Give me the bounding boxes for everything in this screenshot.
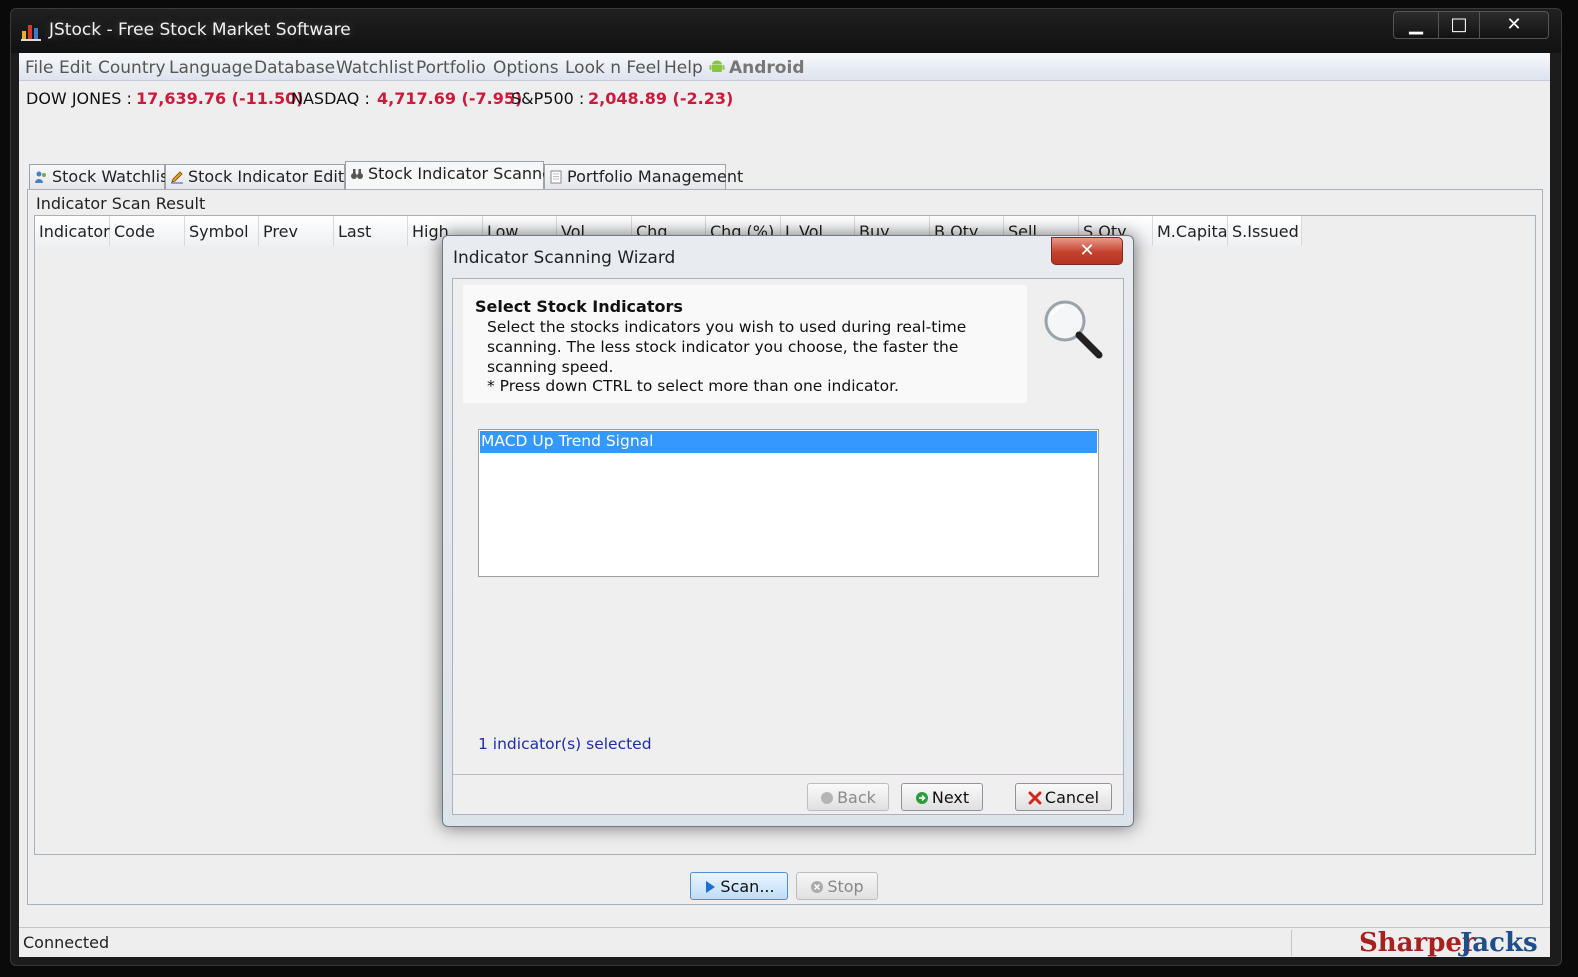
tab-stock-indicator-editor-label: Stock Indicator Editor: [188, 167, 361, 186]
menu-database[interactable]: Database: [254, 58, 335, 78]
menu-android[interactable]: Android: [729, 58, 805, 78]
dialog-separator: [453, 774, 1123, 775]
selected-count: 1 indicator(s) selected: [478, 735, 652, 753]
cancel-button-label: Cancel: [1044, 788, 1100, 807]
column-header[interactable]: Prev: [259, 216, 334, 246]
column-header[interactable]: Last: [334, 216, 408, 246]
menu-portfolio[interactable]: Portfolio: [416, 58, 486, 78]
app-window: JStock - Free Stock Market Software ▁ □ …: [10, 8, 1562, 966]
tab-stock-indicator-editor[interactable]: Stock Indicator Editor: [165, 164, 361, 189]
menu-file[interactable]: File: [25, 58, 53, 78]
scan-result-label: Indicator Scan Result: [36, 194, 206, 213]
tab-portfolio-management-label: Portfolio Management: [567, 167, 744, 186]
watermark-sharper: Sharper: [1359, 928, 1476, 958]
app-chart-icon: [21, 25, 41, 41]
watermark-jacks: Jacks: [1460, 928, 1538, 958]
menu-look-n-feel[interactable]: Look n Feel: [565, 58, 661, 78]
dialog-body: Select Stock Indicators Select the stock…: [452, 278, 1124, 815]
menu-edit[interactable]: Edit: [59, 58, 92, 78]
column-header[interactable]: M.Capital: [1153, 216, 1232, 246]
menu-help[interactable]: Help: [664, 58, 703, 78]
cancel-button[interactable]: Cancel: [1015, 783, 1112, 811]
magnifier-icon: [1044, 300, 1103, 359]
indicator-list[interactable]: MACD Up Trend Signal: [478, 429, 1099, 577]
stop-button-label: Stop: [827, 877, 864, 896]
menu-bar: File Edit Country Language Database Watc…: [19, 53, 1550, 81]
indicator-scanning-wizard: Indicator Scanning Wizard ✕ Select Stock…: [442, 235, 1134, 827]
connection-status: Connected: [23, 933, 110, 952]
sp500-value: 2,048.89 (-2.23): [588, 89, 734, 108]
back-button[interactable]: Back: [807, 783, 889, 811]
next-arrow-icon: [915, 792, 928, 804]
back-icon: [821, 792, 834, 804]
wizard-step-description: Select the stocks indicators you wish to…: [487, 318, 967, 376]
maximize-button[interactable]: □: [1438, 11, 1480, 39]
minimize-button[interactable]: ▁: [1393, 11, 1439, 39]
column-header[interactable]: Code: [110, 216, 185, 246]
next-button-label: Next: [931, 788, 970, 807]
pencil-icon: [171, 171, 183, 184]
document-icon: [550, 170, 562, 184]
dow-jones-label: DOW JONES :: [26, 89, 132, 108]
nasdaq-value: 4,717.69 (-7.95): [377, 89, 523, 108]
status-bar: Connected Sharper Jacks: [19, 927, 1550, 958]
cancel-x-icon: [1028, 791, 1042, 805]
menu-language[interactable]: Language: [169, 58, 253, 78]
tab-stock-watchlist-label: Stock Watchlist: [52, 167, 175, 186]
menu-options[interactable]: Options: [493, 58, 559, 78]
next-button[interactable]: Next: [901, 783, 983, 811]
indicator-list-item[interactable]: MACD Up Trend Signal: [480, 431, 1097, 453]
scan-button[interactable]: Scan...: [690, 872, 788, 900]
tab-stock-indicator-scanner-label: Stock Indicator Scanner: [368, 164, 559, 183]
dialog-close-button[interactable]: ✕: [1051, 237, 1123, 265]
dialog-title: Indicator Scanning Wizard: [453, 248, 676, 268]
tab-stock-indicator-scanner[interactable]: Stock Indicator Scanner: [345, 161, 559, 189]
column-header[interactable]: Symbol: [185, 216, 259, 246]
stop-icon: [811, 881, 824, 893]
stop-button[interactable]: Stop: [796, 872, 878, 900]
menu-country[interactable]: Country: [98, 58, 166, 78]
title-bar[interactable]: JStock - Free Stock Market Software ▁ □ …: [11, 9, 1561, 53]
scan-button-label: Scan...: [720, 877, 775, 896]
wizard-step-note: * Press down CTRL to select more than on…: [487, 377, 899, 395]
status-divider: [1291, 930, 1292, 956]
sp500-label: S&P500 :: [511, 89, 585, 108]
close-window-button[interactable]: ✕: [1479, 11, 1549, 39]
menu-watchlist[interactable]: Watchlist: [336, 58, 414, 78]
play-icon: [706, 881, 716, 893]
window-title: JStock - Free Stock Market Software: [49, 20, 351, 40]
binoculars-icon: [351, 169, 363, 179]
tab-portfolio-management[interactable]: Portfolio Management: [544, 164, 743, 189]
back-button-label: Back: [837, 788, 876, 807]
nasdaq-label: NASDAQ :: [291, 89, 370, 108]
column-header[interactable]: Indicator: [35, 216, 110, 246]
android-icon[interactable]: [709, 59, 725, 75]
wizard-step-title: Select Stock Indicators: [475, 297, 683, 316]
tab-stock-watchlist[interactable]: Stock Watchlist: [29, 164, 175, 189]
column-header[interactable]: S.Issued: [1228, 216, 1302, 246]
people-icon: [35, 171, 46, 183]
dow-jones-value: 17,639.76 (-11.50): [136, 89, 304, 108]
